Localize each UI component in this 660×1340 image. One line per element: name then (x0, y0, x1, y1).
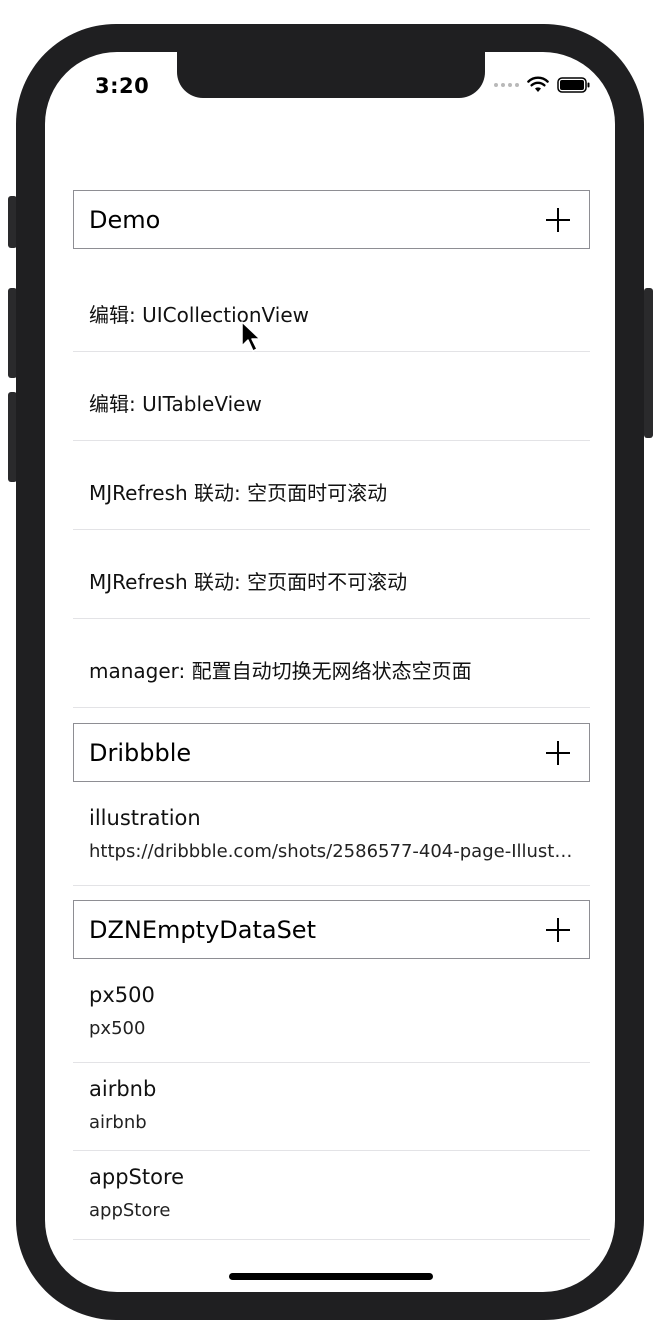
notch (177, 52, 485, 98)
list-item[interactable]: airbnb airbnb (73, 1063, 590, 1151)
list-item-detail: airbnb (89, 1112, 147, 1133)
mouse-pointer-icon (241, 321, 261, 352)
list-item-title: appStore (89, 1165, 185, 1189)
battery-icon (557, 76, 590, 93)
wifi-icon (527, 76, 549, 92)
list-item[interactable]: px500 px500 (73, 959, 590, 1063)
list-item-label: 编辑: UITableView (89, 392, 262, 416)
plus-icon[interactable] (545, 207, 571, 233)
plus-icon[interactable] (545, 917, 571, 943)
list-item[interactable]: manager: 配置自动切换无网络状态空页面 (73, 619, 590, 708)
home-indicator[interactable] (229, 1273, 433, 1280)
list-item[interactable]: 编辑: UICollectionView (73, 249, 590, 352)
list-item-label: MJRefresh 联动: 空页面时可滚动 (89, 481, 388, 505)
section-header-dribbble[interactable]: Dribbble (73, 723, 590, 782)
list-item-detail: https://dribbble.com/shots/2586577-404-p… (89, 841, 574, 862)
list-item[interactable]: MJRefresh 联动: 空页面时不可滚动 (73, 530, 590, 619)
signal-icon (494, 82, 519, 87)
section-header-dznemptydataset[interactable]: DZNEmptyDataSet (73, 900, 590, 959)
list-item[interactable]: 编辑: UITableView (73, 352, 590, 441)
list-item[interactable]: appStore appStore (73, 1151, 590, 1240)
screen: 3:20 Demo 编辑: UICollectionView 编辑: UITab… (45, 52, 615, 1292)
section-header-demo[interactable]: Demo (73, 190, 590, 249)
section-title: DZNEmptyDataSet (89, 915, 316, 944)
list-item-title: px500 (89, 983, 155, 1007)
list-item-label: manager: 配置自动切换无网络状态空页面 (89, 659, 472, 683)
section-title: Dribbble (89, 738, 192, 767)
power-button (644, 288, 653, 438)
section-title: Demo (89, 205, 161, 234)
device-frame: 3:20 Demo 编辑: UICollectionView 编辑: UITab… (0, 0, 660, 1340)
list-item[interactable]: MJRefresh 联动: 空页面时可滚动 (73, 441, 590, 530)
list-item[interactable]: illustration https://dribbble.com/shots/… (73, 782, 590, 886)
table-view: Demo 编辑: UICollectionView 编辑: UITableVie… (73, 190, 590, 1240)
plus-icon[interactable] (545, 740, 571, 766)
list-item-label: MJRefresh 联动: 空页面时不可滚动 (89, 570, 408, 594)
list-item-title: airbnb (89, 1077, 157, 1101)
list-item-detail: appStore (89, 1200, 171, 1221)
list-item-detail: px500 (89, 1018, 146, 1039)
status-time: 3:20 (95, 74, 150, 98)
list-item-label: 编辑: UICollectionView (89, 303, 310, 327)
status-indicators (494, 76, 591, 93)
list-item-title: illustration (89, 806, 201, 830)
